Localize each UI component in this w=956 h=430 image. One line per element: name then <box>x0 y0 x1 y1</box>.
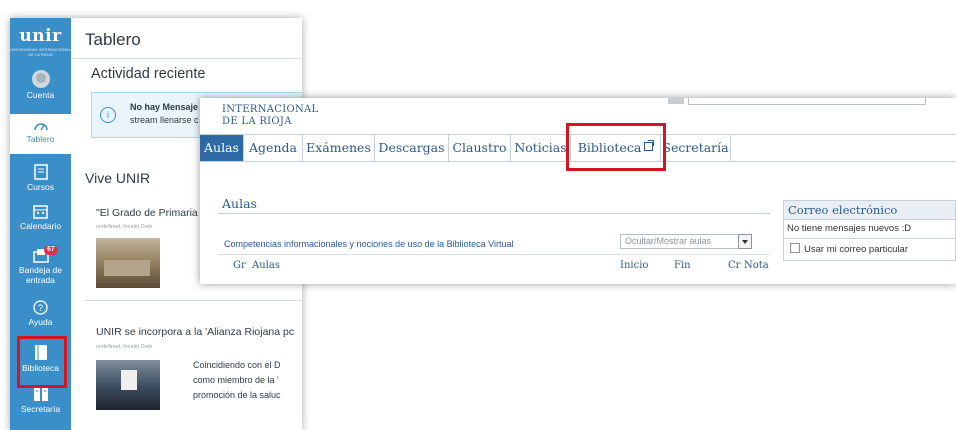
post-excerpt-line-1: Coincidiendo con el D <box>193 360 281 370</box>
alert-text-bold: No hay Mensaje <box>130 102 199 112</box>
nav-secretaria-label: Secretaría <box>20 404 61 414</box>
post-title-2[interactable]: UNIR se incorpora a la 'Alianza Riojana … <box>96 326 294 338</box>
col-fin: Fin <box>674 260 691 271</box>
course-name[interactable]: Competencias informacionales y nociones … <box>224 239 514 249</box>
nav-bandeja-label: Bandeja de entrada <box>18 265 62 285</box>
book-icon <box>33 164 48 180</box>
table-header-divider <box>218 254 770 255</box>
alert-text-line2: stream llenarse c <box>130 115 199 125</box>
logo-tagline: UNIVERSIDAD INTERNACIONAL DE LA RIOJA <box>10 47 71 57</box>
nav-secretaria[interactable]: Secretaría <box>10 386 71 414</box>
post-excerpt-2: Coincidiendo con el D como miembro de la… <box>193 358 281 403</box>
chevron-down-icon[interactable] <box>738 234 752 249</box>
tab-noticias[interactable]: Noticias <box>511 135 571 161</box>
col-inicio: Inicio <box>620 260 649 271</box>
logo-brand: unir <box>19 26 62 46</box>
title-divider <box>71 58 302 59</box>
recent-activity-heading: Actividad reciente <box>91 66 206 82</box>
col-nota: Nota <box>744 260 769 271</box>
dashboard-icon <box>33 123 48 131</box>
header-grey-block <box>668 98 684 104</box>
post-divider <box>85 300 302 301</box>
nav-cursos[interactable]: Cursos <box>10 164 71 192</box>
toggle-aulas-select[interactable]: Ocultar/Mostrar aulas <box>620 234 752 249</box>
post-excerpt-line-3: promoción de la saluc <box>193 390 281 400</box>
tab-claustro[interactable]: Claustro <box>449 135 511 161</box>
unread-count-badge: 67 <box>44 245 58 255</box>
aulas-divider <box>218 213 770 214</box>
header-line-2: DE LA RIOJA <box>222 116 292 127</box>
help-icon: ? <box>33 300 48 315</box>
email-status: No tiene mensajes nuevos :D <box>783 220 956 239</box>
svg-text:?: ? <box>38 303 43 313</box>
col-cr: Cr <box>728 260 741 271</box>
header-search-bar[interactable] <box>688 98 926 105</box>
use-personal-email-checkbox[interactable] <box>790 243 800 253</box>
biblioteca-highlight-box <box>566 123 666 171</box>
global-nav-sidebar: unir UNIVERSIDAD INTERNACIONAL DE LA RIO… <box>10 18 71 430</box>
unir-logo[interactable]: unir UNIVERSIDAD INTERNACIONAL DE LA RIO… <box>10 26 71 57</box>
nav-ayuda-label: Ayuda <box>28 317 53 327</box>
page-title: Tablero <box>85 30 141 49</box>
nav-calendario-label: Calendario <box>19 221 62 231</box>
nav-tablero[interactable]: Tablero <box>10 114 71 154</box>
nav-cuenta[interactable]: Cuenta <box>10 70 71 100</box>
post-excerpt-line-2: como miembro de la ' <box>193 375 279 385</box>
tab-examenes[interactable]: Exámenes <box>303 135 375 161</box>
post-title-1[interactable]: "El Grado de Primaria <box>96 207 198 219</box>
calendar-icon <box>33 205 48 219</box>
use-personal-email-label: Usar mi correo particular <box>804 244 908 255</box>
alert-text: No hay Mensaje stream llenarse c <box>130 101 199 127</box>
email-panel-title: Correo electrónico <box>783 200 956 220</box>
nav-calendario[interactable]: Calendario <box>10 204 71 231</box>
post-thumbnail-2[interactable] <box>96 360 160 410</box>
tab-secretaria[interactable]: Secretaría <box>661 135 731 161</box>
biblioteca-highlight-box <box>17 336 67 388</box>
col-gr: Gr <box>233 260 246 271</box>
nav-ayuda[interactable]: ? Ayuda <box>10 300 71 327</box>
nav-bandeja[interactable]: 67 Bandeja de entrada <box>10 245 71 285</box>
tab-aulas[interactable]: Aulas <box>200 135 244 161</box>
use-personal-email-row[interactable]: Usar mi correo particular <box>783 239 956 261</box>
tab-agenda[interactable]: Agenda <box>244 135 303 161</box>
secretary-icon <box>33 387 48 401</box>
toggle-aulas-value: Ocultar/Mostrar aulas <box>625 236 712 246</box>
col-aulas: Aulas <box>252 260 280 271</box>
info-icon: i <box>100 107 116 123</box>
aulas-heading: Aulas <box>222 196 257 211</box>
vive-unir-heading: Vive UNIR <box>85 170 151 186</box>
tab-descargas[interactable]: Descargas <box>375 135 449 161</box>
header-line-1: INTERNACIONAL <box>222 104 319 115</box>
user-avatar-icon <box>31 70 50 88</box>
unir-campus-window: INTERNACIONAL DE LA RIOJA Aulas Agenda E… <box>200 98 956 284</box>
nav-tablero-label: Tablero <box>26 134 55 144</box>
post-thumbnail-1[interactable] <box>96 238 160 288</box>
nav-cursos-label: Cursos <box>27 182 54 192</box>
email-panel: Correo electrónico No tiene mensajes nue… <box>783 200 956 284</box>
nav-cuenta-label: Cuenta <box>26 90 55 100</box>
post-date-2: undefined, Invalid Date <box>96 344 153 350</box>
post-date-1: undefined, Invalid Date <box>96 224 153 230</box>
